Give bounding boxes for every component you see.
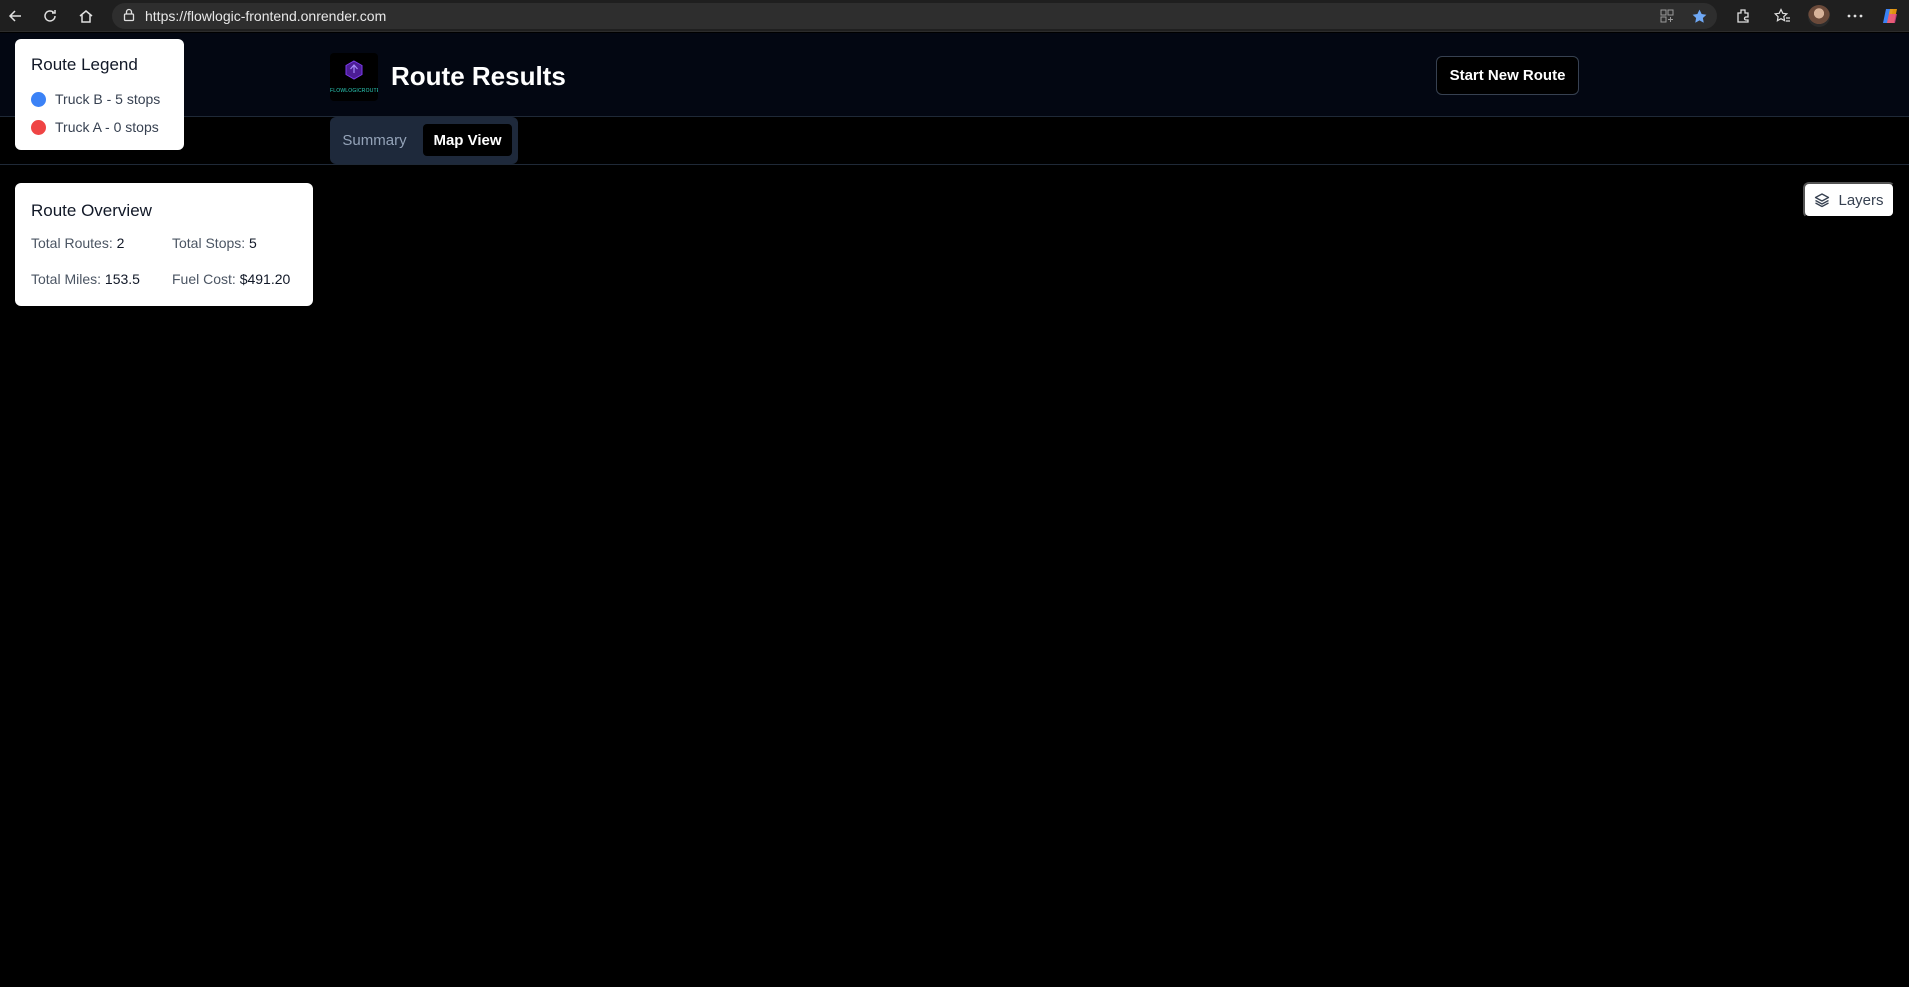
profile-avatar[interactable] xyxy=(1806,4,1832,28)
legend-item: Truck B - 5 stops xyxy=(31,85,168,113)
lock-icon[interactable] xyxy=(122,8,136,27)
legend-item-label: Truck B - 5 stops xyxy=(55,91,161,107)
app-available-icon[interactable] xyxy=(1657,7,1677,25)
stat-label: Fuel Cost: xyxy=(172,271,236,287)
extensions-icon[interactable] xyxy=(1730,4,1756,28)
route-legend: Route Legend Truck B - 5 stops Truck A -… xyxy=(15,39,184,150)
stat-label: Total Stops: xyxy=(172,235,246,251)
stat-value: 5 xyxy=(249,235,257,251)
address-bar[interactable]: https://flowlogic-frontend.onrender.com xyxy=(112,3,1717,29)
legend-dot-red xyxy=(31,119,46,135)
stat-label: Total Miles: xyxy=(31,271,102,287)
start-new-route-button[interactable]: Start New Route xyxy=(1436,56,1579,95)
stat-total-routes: Total Routes: 2 xyxy=(31,235,124,251)
stat-total-miles: Total Miles: 153.5 xyxy=(31,271,140,287)
view-tabs: Summary Map View xyxy=(330,117,518,164)
logo-text: FLOWLOGICROUTE xyxy=(330,88,378,94)
stat-label: Total Routes: xyxy=(31,235,113,251)
browser-toolbar: https://flowlogic-frontend.onrender.com xyxy=(0,0,1909,32)
favorite-star-icon[interactable] xyxy=(1689,7,1709,25)
url-text[interactable]: https://flowlogic-frontend.onrender.com xyxy=(145,8,386,24)
copilot-icon[interactable] xyxy=(1878,4,1904,28)
app-logo: FLOWLOGICROUTE xyxy=(330,53,378,101)
overview-title: Route Overview xyxy=(31,201,152,220)
stat-value: 153.5 xyxy=(104,271,140,287)
favorites-icon[interactable] xyxy=(1769,4,1795,28)
stat-value: 2 xyxy=(116,235,125,251)
home-icon[interactable] xyxy=(73,4,99,28)
more-icon[interactable] xyxy=(1842,4,1868,28)
stat-fuel-cost: Fuel Cost: $491.20 xyxy=(172,271,290,287)
reload-icon[interactable] xyxy=(37,4,63,28)
legend-item: Truck A - 0 stops xyxy=(31,113,168,141)
layers-label: Layers xyxy=(1838,191,1884,209)
tab-map-view[interactable]: Map View xyxy=(423,124,512,156)
layers-icon xyxy=(1815,193,1830,208)
route-overview: Route Overview Total Routes: 2 Total Sto… xyxy=(15,183,313,306)
legend-dot-blue xyxy=(31,91,46,107)
back-icon[interactable] xyxy=(2,4,28,28)
legend-title: Route Legend xyxy=(31,55,138,74)
app-header: FLOWLOGICROUTE Route Results Start New R… xyxy=(0,33,1909,117)
page-title: Route Results xyxy=(391,61,566,91)
stat-value: $491.20 xyxy=(239,271,291,287)
legend-item-label: Truck A - 0 stops xyxy=(55,119,159,135)
layers-button[interactable]: Layers xyxy=(1803,182,1895,218)
stat-total-stops: Total Stops: 5 xyxy=(172,235,257,251)
tabs-bar: Summary Map View xyxy=(0,117,1909,165)
tab-summary[interactable]: Summary xyxy=(338,124,411,156)
